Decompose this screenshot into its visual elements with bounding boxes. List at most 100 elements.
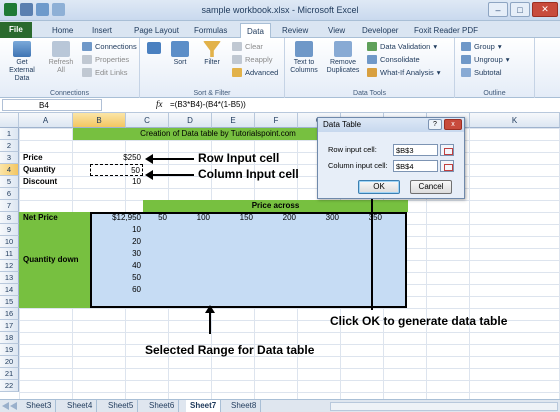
quantity-label[interactable]: Quantity — [21, 164, 57, 176]
price-across-cell[interactable]: 200 — [255, 212, 298, 224]
edit-links-button[interactable]: Edit Links — [82, 68, 128, 77]
tab-insert[interactable]: Insert — [86, 23, 118, 38]
what-if-analysis-button[interactable]: What-If Analysis ▾ — [367, 68, 441, 77]
sort-ascending-button[interactable] — [143, 42, 165, 56]
quantity-down-cell[interactable]: 60 — [90, 284, 143, 296]
column-header-f[interactable]: F — [255, 113, 298, 128]
column-input-collapse-icon[interactable] — [440, 160, 454, 172]
dialog-help-button[interactable]: ? — [428, 119, 442, 130]
remove-duplicates-button[interactable]: Remove Duplicates — [323, 41, 363, 75]
insert-function-icon[interactable]: fx — [156, 99, 163, 109]
price-label[interactable]: Price — [21, 152, 45, 164]
ok-button[interactable]: OK — [358, 180, 400, 194]
row-header-6[interactable]: 6 — [0, 188, 19, 200]
row-input-field[interactable]: $B$3 — [393, 144, 438, 156]
quantity-down-cell[interactable]: 40 — [90, 260, 143, 272]
column-header-e[interactable]: E — [212, 113, 255, 128]
close-button[interactable]: ✕ — [532, 2, 558, 17]
group-button[interactable]: Group ▾ — [461, 42, 502, 51]
cancel-button[interactable]: Cancel — [410, 180, 452, 194]
discount-value[interactable]: 10 — [90, 176, 143, 188]
discount-label[interactable]: Discount — [21, 176, 59, 188]
row-header-8[interactable]: 8 — [0, 212, 19, 224]
sheet-tab-sheet4[interactable]: Sheet4 — [63, 400, 98, 412]
price-across-cell[interactable]: 300 — [298, 212, 341, 224]
column-header-b[interactable]: B — [73, 113, 126, 128]
row-header-17[interactable]: 17 — [0, 320, 19, 332]
row-header-11[interactable]: 11 — [0, 248, 19, 260]
tab-foxit-reader-pdf[interactable]: Foxit Reader PDF — [408, 23, 484, 38]
clear-button[interactable]: Clear — [232, 42, 263, 51]
price-value[interactable]: $250 — [90, 152, 143, 164]
connections-button[interactable]: Connections — [82, 42, 137, 51]
quantity-down-cell[interactable]: 50 — [90, 272, 143, 284]
text-to-columns-button[interactable]: Text to Columns — [287, 41, 321, 75]
row-header-15[interactable]: 15 — [0, 296, 19, 308]
tab-page-layout[interactable]: Page Layout — [128, 23, 185, 38]
tab-view[interactable]: View — [322, 23, 351, 38]
sort-button[interactable]: Sort — [168, 41, 192, 67]
sheet-tab-sheet7[interactable]: Sheet7 — [186, 400, 222, 412]
tab-formulas[interactable]: Formulas — [188, 23, 233, 38]
tab-data[interactable]: Data — [240, 23, 271, 38]
column-header-c[interactable]: C — [126, 113, 169, 128]
get-external-data-button[interactable]: Get External Data — [3, 41, 41, 83]
dialog-close-button[interactable]: x — [444, 119, 462, 130]
quantity-down-cell[interactable]: 10 — [90, 224, 143, 236]
subtotal-button[interactable]: Subtotal — [461, 68, 502, 77]
column-header-a[interactable]: A — [19, 113, 73, 128]
refresh-all-button[interactable]: Refresh All — [45, 41, 77, 75]
sheet-tab-sheet6[interactable]: Sheet6 — [145, 400, 180, 412]
price-across-header[interactable]: Price across — [143, 200, 408, 212]
price-across-cell[interactable]: 150 — [212, 212, 255, 224]
formula-input[interactable]: =(B3*B4)-(B4*(1-B5)) — [170, 100, 246, 109]
row-header-20[interactable]: 20 — [0, 356, 19, 368]
row-header-21[interactable]: 21 — [0, 368, 19, 380]
maximize-button[interactable]: □ — [510, 2, 530, 17]
row-input-collapse-icon[interactable] — [440, 144, 454, 156]
row-header-2[interactable]: 2 — [0, 140, 19, 152]
tab-review[interactable]: Review — [276, 23, 314, 38]
ungroup-button[interactable]: Ungroup ▾ — [461, 55, 510, 64]
row-header-18[interactable]: 18 — [0, 332, 19, 344]
select-all-corner[interactable] — [0, 113, 19, 128]
quantity-value[interactable]: 50 — [90, 164, 143, 176]
row-header-4[interactable]: 4 — [0, 164, 19, 176]
first-sheet-icon[interactable] — [2, 402, 9, 410]
properties-button[interactable]: Properties — [82, 55, 129, 64]
row-header-9[interactable]: 9 — [0, 224, 19, 236]
data-validation-button[interactable]: Data Validation ▾ — [367, 42, 437, 51]
name-box[interactable]: B4 — [2, 99, 102, 111]
row-header-7[interactable]: 7 — [0, 200, 19, 212]
filter-button[interactable]: Filter — [200, 41, 224, 67]
net-price-label[interactable]: Net Price — [21, 212, 60, 224]
price-across-cell[interactable]: 350 — [341, 212, 384, 224]
column-header-d[interactable]: D — [169, 113, 212, 128]
quantity-down-cell[interactable]: 20 — [90, 236, 143, 248]
sheet-tab-sheet3[interactable]: Sheet3 — [22, 400, 57, 412]
row-header-12[interactable]: 12 — [0, 260, 19, 272]
consolidate-button[interactable]: Consolidate — [367, 55, 420, 64]
price-across-cell[interactable]: 50 — [126, 212, 169, 224]
sheet-tab-sheet5[interactable]: Sheet5 — [104, 400, 139, 412]
sheet-tab-sheet8[interactable]: Sheet8 — [227, 400, 262, 412]
row-header-16[interactable]: 16 — [0, 308, 19, 320]
quantity-down-label[interactable]: Quantity down — [21, 254, 81, 266]
column-input-field[interactable]: $B$4 — [393, 160, 438, 172]
quantity-down-cell[interactable]: 30 — [90, 248, 143, 260]
tab-developer[interactable]: Developer — [356, 23, 404, 38]
row-header-14[interactable]: 14 — [0, 284, 19, 296]
minimize-button[interactable]: – — [488, 2, 508, 17]
column-header-k[interactable]: K — [470, 113, 560, 128]
row-header-3[interactable]: 3 — [0, 152, 19, 164]
row-header-10[interactable]: 10 — [0, 236, 19, 248]
tab-file[interactable]: File — [0, 22, 32, 38]
advanced-button[interactable]: Advanced — [232, 68, 278, 77]
row-header-13[interactable]: 13 — [0, 272, 19, 284]
tab-home[interactable]: Home — [46, 23, 79, 38]
row-header-22[interactable]: 22 — [0, 380, 19, 392]
row-header-5[interactable]: 5 — [0, 176, 19, 188]
row-header-19[interactable]: 19 — [0, 344, 19, 356]
prev-sheet-icon[interactable] — [10, 402, 17, 410]
row-header-1[interactable]: 1 — [0, 128, 19, 140]
